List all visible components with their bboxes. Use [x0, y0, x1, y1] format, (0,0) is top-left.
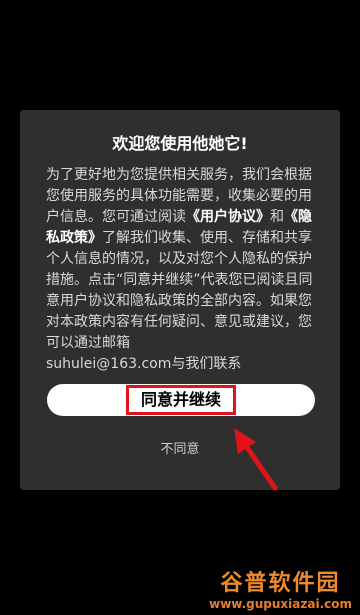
- body-text-3: 与我们联系: [171, 356, 242, 372]
- watermark-logo: 谷普软件园: [220, 571, 341, 596]
- user-agreement-link[interactable]: 《用户协议》: [186, 209, 270, 225]
- body-and: 和: [270, 209, 284, 225]
- accept-continue-button[interactable]: 同意并继续: [47, 384, 315, 416]
- accept-label: 同意并继续: [125, 385, 236, 415]
- contact-email: suhulei@163.com: [46, 356, 172, 372]
- annotation-arrow-icon: [234, 428, 278, 491]
- body-text-2: 了解我们收集、使用、存储和共享个人信息的情况，以及对您个人隐私的保护措施。点击“…: [46, 230, 313, 351]
- dialog-title: 欢迎您使用他她它!: [112, 134, 248, 153]
- dialog-body: 为了更好地为您提供相关服务，我们会根据您使用服务的具体功能需要，收集必要的用户信…: [46, 165, 324, 375]
- watermark: 谷普软件园 www.gupuxiazai.com: [209, 565, 352, 611]
- watermark-url: www.gupuxiazai.com: [209, 597, 352, 611]
